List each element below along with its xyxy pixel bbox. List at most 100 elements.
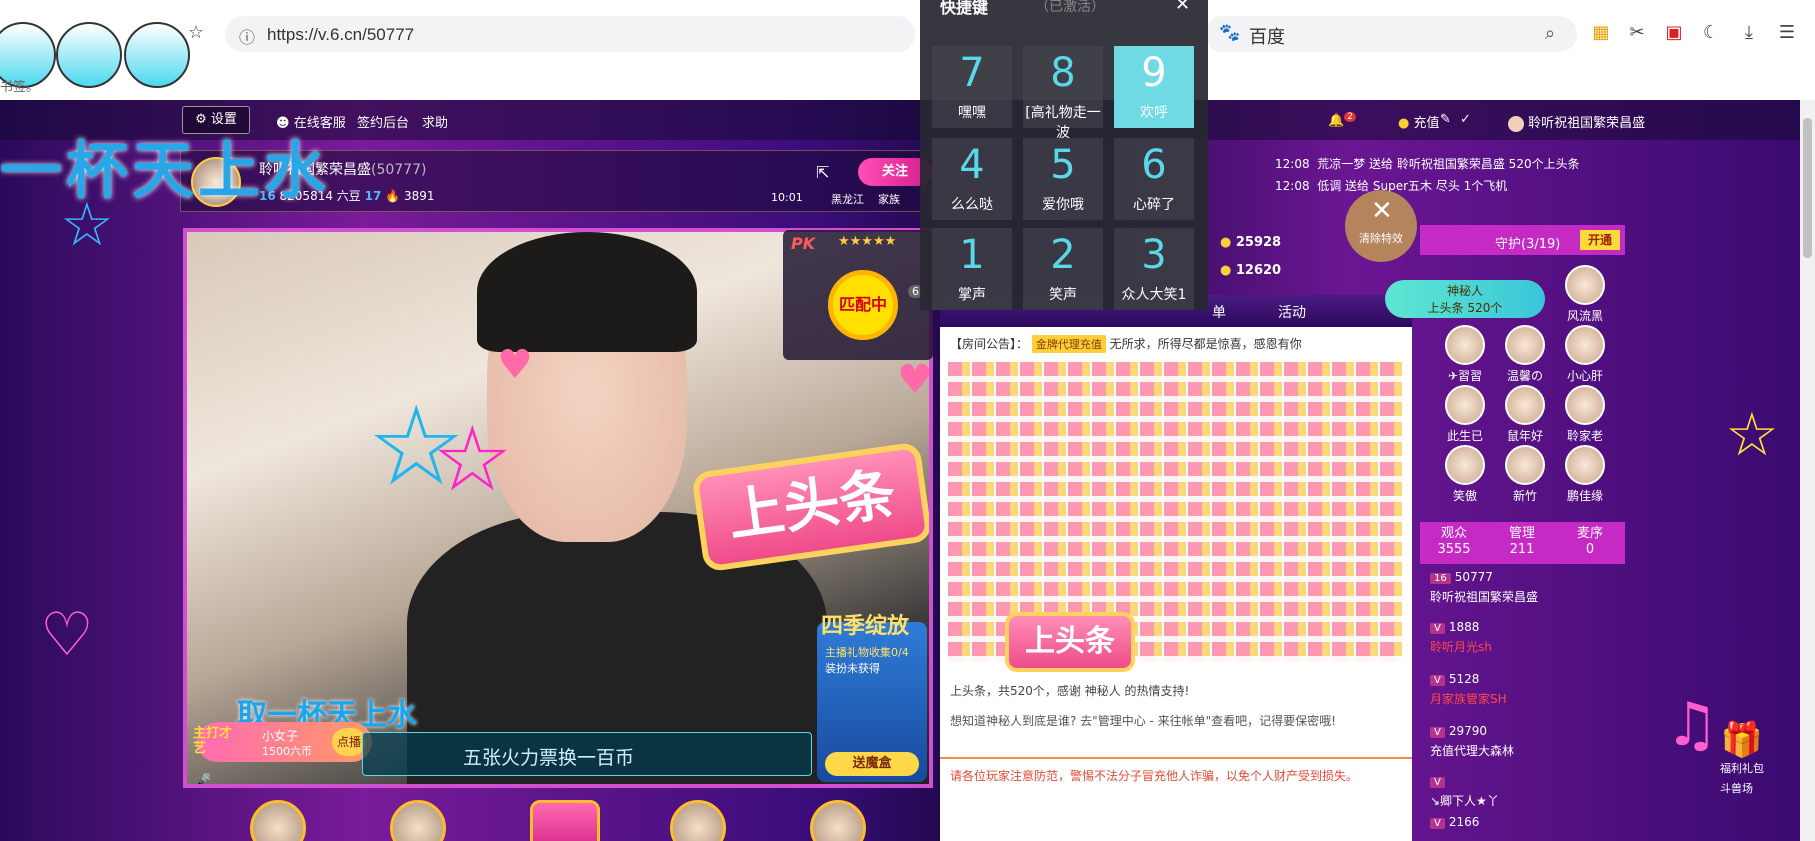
shortcut-key-5[interactable]: 5 爱你哦	[1023, 138, 1103, 220]
shortcut-key-7[interactable]: 7 嘿嘿	[932, 46, 1012, 128]
shortcut-key-8[interactable]: 8 [高礼物走一波	[1023, 46, 1103, 141]
queue-label: 麦序	[1576, 526, 1603, 541]
guard-name: 笑傲	[1452, 489, 1477, 503]
moon-icon[interactable]: ☾	[1700, 22, 1722, 44]
close-icon[interactable]: ✕	[1175, 0, 1190, 15]
pk-match-button[interactable]: 匹配中	[828, 270, 898, 340]
menu-icon[interactable]: ☰	[1776, 22, 1798, 44]
shortcut-key-9[interactable]: 9 欢呼	[1114, 46, 1194, 128]
avatar[interactable]	[390, 800, 446, 841]
audience-row[interactable]: V ↘卿下人★丫	[1430, 774, 1620, 809]
mic-icon[interactable]: 🎤	[192, 772, 212, 784]
gift-panel-subtitle: 装扮未获得	[825, 662, 880, 675]
clear-effects-button[interactable]: ✕ 清除特效	[1345, 190, 1417, 262]
request-song-button[interactable]: 点播	[332, 728, 366, 756]
guard-member[interactable]: 此生已	[1435, 385, 1495, 444]
guard-member[interactable]: 小心肝	[1555, 325, 1615, 384]
shortcut-key-1[interactable]: 1 掌声	[932, 228, 1012, 310]
guard-member[interactable]: 温馨の	[1495, 325, 1555, 384]
streamer-level2: 17	[364, 189, 382, 203]
guard-member[interactable]: 笑傲	[1435, 445, 1495, 504]
avatar	[1505, 325, 1545, 365]
audience-row[interactable]: V 2166	[1430, 815, 1620, 829]
gift-collection-panel[interactable]: 四季绽放 主播礼物收集0/4 装扮未获得 送魔盒	[817, 614, 927, 782]
avatar[interactable]	[810, 800, 866, 841]
shortcut-key-2[interactable]: 2 笑声	[1023, 228, 1103, 310]
shortcut-key-4[interactable]: 4 么么哒	[932, 138, 1012, 220]
url-text: https://v.6.cn/50777	[267, 25, 415, 44]
send-box-button[interactable]: 送魔盒	[825, 752, 919, 776]
admin-count: 211	[1509, 542, 1535, 557]
user-menu-name: 聆听祝祖国繁荣昌盛	[1528, 116, 1646, 131]
welfare-gift-label: 福利礼包	[1720, 762, 1764, 775]
star-decoration-icon: ☆	[1725, 400, 1779, 470]
guard-member[interactable]: 新竹	[1495, 445, 1555, 504]
edit-icon[interactable]: ✎	[1440, 112, 1451, 127]
star-icon[interactable]: ☆	[185, 22, 207, 44]
audience-row[interactable]: V 5128 月家族管家SH	[1430, 672, 1620, 707]
page-content: ☆ ♡ ☆ ♫ ⚙ 设置 ☻ 在线客服 签约后台 求助 🔔 2 ● 充值 ✎ ✓ …	[0, 100, 1800, 841]
guard-member[interactable]: 风流黑	[1555, 265, 1615, 324]
bell-icon[interactable]: 🔔 2	[1328, 112, 1356, 128]
arena-button[interactable]: 斗兽场	[1720, 780, 1753, 796]
download-icon[interactable]: ⤓	[1738, 22, 1760, 44]
audience-name: 聆听月光sh	[1430, 640, 1492, 654]
avatar	[1565, 325, 1605, 365]
guard-member[interactable]: 鹏佳缘	[1555, 445, 1615, 504]
info-icon[interactable]: ⓘ	[239, 24, 255, 48]
tab-queue[interactable]: 麦序 0	[1556, 526, 1624, 558]
avatar	[1565, 265, 1605, 305]
user-chip[interactable]: 主打才艺 小女子 1500六币 点播	[193, 722, 372, 762]
guard-member[interactable]: 鼠年好	[1495, 385, 1555, 444]
guard-name: 鼠年好	[1506, 429, 1543, 443]
page-scrollbar[interactable]	[1800, 100, 1815, 841]
apps-icon[interactable]: ▦	[1590, 22, 1612, 44]
search-input[interactable]: 🐾 百度 ⌕	[1205, 16, 1577, 52]
help-link[interactable]: 求助	[422, 112, 448, 131]
user-menu[interactable]: 聆听祝祖国繁荣昌盛	[1508, 112, 1645, 132]
pdf-icon[interactable]: ▣	[1663, 22, 1685, 44]
stream-time: 10:01	[771, 191, 803, 204]
bookmark-text: 书签。	[0, 80, 40, 95]
tab-viewers[interactable]: 观众 3555	[1420, 526, 1488, 558]
pk-panel: PK ★★★★★ 匹配中 6	[783, 230, 933, 360]
guard-member[interactable]: 聆家老	[1555, 385, 1615, 444]
avatar	[1508, 115, 1524, 132]
share-icon[interactable]: ⇱	[816, 163, 829, 182]
avatar[interactable]	[530, 800, 600, 841]
mystery-user-badge[interactable]: 神秘人 上头条 520个	[1385, 280, 1545, 318]
avatar[interactable]	[670, 800, 726, 841]
coin-value-b: 12620	[1235, 263, 1282, 278]
audience-row[interactable]: V 1888 聆听月光sh	[1430, 620, 1620, 655]
key-number: 3	[1141, 232, 1167, 278]
audience-row[interactable]: V 29790 充值代理大森林	[1430, 724, 1620, 759]
guard-member[interactable]: ✈習習	[1435, 325, 1495, 384]
wand-decoration: ☆	[432, 407, 513, 512]
search-icon[interactable]: ⌕	[1545, 23, 1555, 44]
guard-header: 守护(3/19) 开通	[1420, 225, 1625, 255]
address-bar[interactable]: ⓘ https://v.6.cn/50777	[225, 16, 915, 52]
ticker-line: 12:08 荒凉一梦 送给 聆听祝祖国繁荣昌盛 520个上头条	[1275, 155, 1580, 172]
signin-link[interactable]: 签约后台	[357, 112, 409, 131]
check-icon[interactable]: ✓	[1460, 112, 1471, 127]
key-label: 嘿嘿	[958, 105, 986, 121]
tab-list[interactable]: 单	[1212, 302, 1226, 322]
guard-name: 此生已	[1446, 429, 1483, 443]
tab-admins[interactable]: 管理 211	[1488, 526, 1556, 558]
shortcut-key-3[interactable]: 3 众人大笑1	[1114, 228, 1194, 310]
open-guard-button[interactable]: 开通	[1580, 230, 1620, 250]
audience-row[interactable]: 16 50777 聆听祝祖国繁荣昌盛	[1430, 570, 1620, 605]
shortcut-title: 快捷键	[940, 0, 989, 17]
chat-panel: 【房间公告】： 金牌代理充值 无所求，所得尽都是惊喜，感恩有你 上头条 上头条，…	[940, 327, 1412, 841]
scrollbar-thumb[interactable]	[1803, 118, 1812, 258]
scissors-icon[interactable]: ✂	[1626, 22, 1648, 44]
shortcut-key-6[interactable]: 6 心碎了	[1114, 138, 1194, 220]
pk-stars: ★★★★★	[838, 234, 897, 249]
avatar[interactable]	[250, 800, 306, 841]
recharge-link[interactable]: ● 充值	[1398, 112, 1440, 131]
chip-coins: 1500六币	[262, 745, 312, 758]
welfare-gift-button[interactable]: 🎁 福利礼包	[1720, 720, 1764, 776]
key-label: 爱你哦	[1042, 197, 1084, 213]
tab-activity[interactable]: 活动	[1278, 302, 1306, 322]
queue-count: 0	[1585, 542, 1595, 557]
